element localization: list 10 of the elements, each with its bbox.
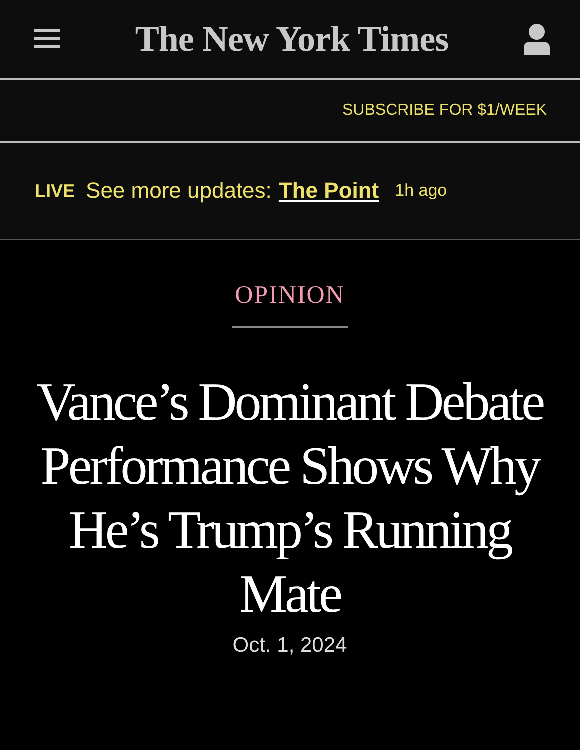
user-icon[interactable] (524, 23, 550, 55)
section-label[interactable]: OPINION (235, 282, 345, 310)
menu-icon[interactable] (34, 29, 60, 49)
time-ago: 1h ago (395, 181, 448, 201)
subscribe-link[interactable]: SUBSCRIBE FOR $1/WEEK (342, 102, 547, 120)
the-point-link[interactable]: The Point (278, 178, 380, 204)
date: Oct. 1, 2024 (232, 634, 348, 658)
updates-text: See more updates: (86, 178, 272, 204)
headline: Vance’s Dominant Debate Performance Shows Why He’s Trump’s Running Mate (36, 371, 545, 626)
live-label: LIVE (35, 180, 76, 202)
